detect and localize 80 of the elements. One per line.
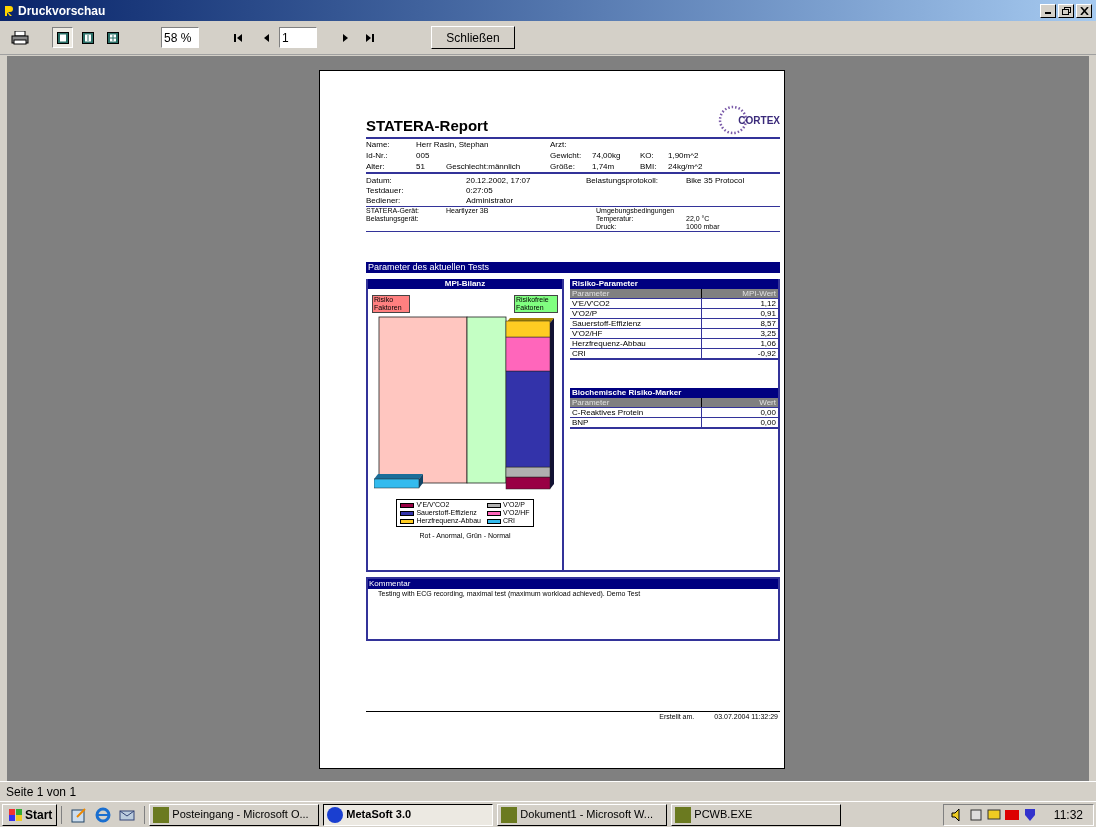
monitor-icon bbox=[985, 806, 1002, 823]
taskbar-task[interactable]: PCWB.EXE bbox=[671, 803, 842, 826]
windows-logo-icon bbox=[7, 807, 23, 822]
last-page-icon bbox=[364, 31, 376, 44]
field-value: 1,74m bbox=[592, 162, 615, 171]
table-cell-text: 0,00 bbox=[759, 418, 777, 427]
report-title: STATERA-Report bbox=[366, 117, 488, 136]
maximize-icon bbox=[1061, 6, 1071, 15]
window-title: Druckvorschau bbox=[18, 2, 106, 20]
field-label: Alter: bbox=[366, 162, 385, 171]
zoom-field[interactable]: 58 % bbox=[161, 27, 199, 48]
table-cell: CRI bbox=[570, 349, 702, 358]
notepad-icon bbox=[71, 806, 88, 823]
field-value: 0:27:05 bbox=[466, 186, 493, 195]
table-cell-text: 0,91 bbox=[759, 309, 777, 318]
panel-header: MPI-Bilanz bbox=[368, 279, 562, 289]
minimize-button[interactable] bbox=[1040, 3, 1056, 18]
section-header: Parameter des aktuellen Tests bbox=[366, 262, 780, 273]
page-field[interactable]: 1 bbox=[279, 27, 317, 48]
field-value: 51 bbox=[416, 162, 425, 171]
browser-icon bbox=[95, 806, 112, 823]
field-value: Herr Rasin, Stephan bbox=[416, 140, 489, 149]
field-value: 20.12.2002, 17:07 bbox=[466, 176, 531, 185]
field-label: KO: bbox=[640, 151, 654, 160]
field-value: Administrator bbox=[466, 196, 514, 205]
table-cell-text: 0,00 bbox=[759, 408, 777, 417]
column-header: Parameter bbox=[570, 398, 702, 407]
field-label: Id-Nr.: bbox=[366, 151, 388, 160]
field-value: 1,90m^2 bbox=[668, 151, 699, 160]
app-icon bbox=[4, 4, 14, 17]
maximize-button[interactable] bbox=[1058, 3, 1074, 18]
printer-icon bbox=[11, 30, 29, 45]
taskbar-task[interactable]: Posteingang - Microsoft O... bbox=[149, 803, 320, 826]
table-cell-text: 3,25 bbox=[759, 329, 777, 338]
field-label: Größe: bbox=[550, 162, 575, 171]
taskbar-task[interactable]: MetaSoft 3.0 bbox=[323, 803, 494, 826]
table-cell: V'E/V'CO2 bbox=[570, 299, 702, 308]
network-icon bbox=[967, 806, 984, 823]
field-value: 005 bbox=[416, 151, 430, 160]
field-value: 74,00kg bbox=[592, 151, 621, 160]
close-icon bbox=[1079, 6, 1089, 15]
company-logo: CORTEX bbox=[716, 103, 780, 137]
field-label: Datum: bbox=[366, 176, 392, 185]
table-title: Biochemische Risiko-Marker bbox=[570, 388, 778, 398]
first-page-icon bbox=[232, 31, 244, 44]
table-cell: Herzfrequenz-Abbau bbox=[570, 339, 702, 348]
table-cell: Sauerstoff-Effizienz bbox=[570, 319, 702, 328]
table-title: Risiko-Parameter bbox=[570, 279, 778, 289]
minimize-icon bbox=[1045, 12, 1051, 14]
bar-segment bbox=[374, 474, 423, 489]
field-label: Belastungsprotokoll: bbox=[586, 176, 659, 185]
table-cell: V'O2/P bbox=[570, 309, 702, 318]
clock: 11:32 bbox=[1053, 806, 1083, 824]
table-cell: C-Reaktives Protein bbox=[570, 408, 702, 417]
column-header: Parameter bbox=[570, 289, 702, 298]
desktop-icon-button[interactable] bbox=[70, 805, 89, 824]
table-cell: BNP bbox=[570, 418, 702, 427]
column-header: Wert bbox=[758, 398, 777, 407]
table-cell-text: 1,06 bbox=[759, 339, 777, 348]
field-value: Bike 35 Protocol bbox=[686, 176, 745, 185]
field-value: 24kg/m^2 bbox=[668, 162, 703, 171]
field-label: Gewicht: bbox=[550, 151, 582, 160]
close-button[interactable]: Schließen bbox=[431, 26, 515, 49]
section-header: Kommentar bbox=[368, 579, 778, 589]
field-value: Geschlecht:männlich bbox=[446, 162, 521, 171]
start-button[interactable]: Start bbox=[2, 803, 58, 826]
status-text: Seite 1 von 1 bbox=[6, 783, 77, 801]
table-cell-text: -0,92 bbox=[756, 349, 777, 358]
browser-button[interactable] bbox=[94, 805, 113, 824]
field-label: BMI: bbox=[640, 162, 657, 171]
field-label: Testdauer: bbox=[366, 186, 404, 195]
table-cell-text: 8,57 bbox=[759, 319, 777, 328]
table-cell-text: 1,12 bbox=[759, 299, 777, 308]
column-header: MPI-Wert bbox=[741, 289, 777, 298]
field-label: Bediener: bbox=[366, 196, 401, 205]
taskbar-task[interactable]: Dokument1 - Microsoft W... bbox=[497, 803, 668, 826]
field-label: Name: bbox=[366, 140, 390, 149]
field-label: Arzt: bbox=[550, 140, 567, 149]
close-button[interactable] bbox=[1076, 3, 1092, 18]
table-cell: V'O2/HF bbox=[570, 329, 702, 338]
